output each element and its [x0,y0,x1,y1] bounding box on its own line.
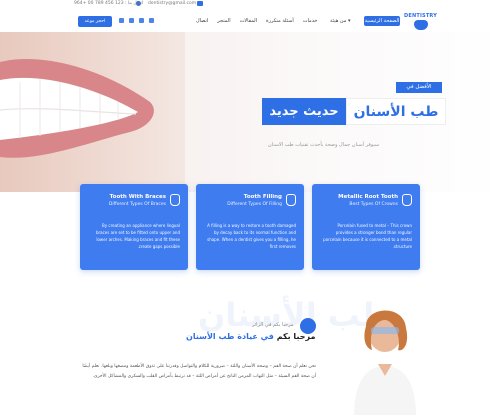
tooth-logo-icon [414,20,428,30]
card-title: Tooth Filling [243,194,282,200]
youtube-icon[interactable] [119,18,124,23]
card-title: Metallic Root Tooth [338,194,398,200]
logo-text: DENTISTRY [404,13,438,19]
tooth-icon [402,194,412,206]
hero-tag: الأفضل في [396,82,442,93]
service-card[interactable]: Tooth Filling Different Types Of Filling… [196,184,304,270]
welcome-section: طب الأسنان مرحبا بكم في الزائر مرحبا بكم… [0,290,500,415]
card-subtitle: Best Types Of Crowns [349,202,398,207]
welcome-title-prefix: مرحبا بكم [276,332,316,341]
main-nav: اتصال المتجر المقالات أسئلة متكررة خدمات [196,18,317,24]
card-subtitle: Different Types Of Braces [108,202,166,207]
nav-item-shop[interactable]: المتجر [217,18,230,24]
email-icon [197,1,203,6]
card-title: Tooth With Braces [109,194,166,200]
card-body: By creating an appliance where lingual b… [95,223,180,249]
service-cards: Metallic Root Tooth Best Types Of Crowns… [0,184,500,274]
nav-item-services[interactable]: خدمات [303,18,318,24]
hero-subtitle: سيوفر أسنان جمال وصحة بأحدث تقنيات طب ال… [268,142,380,148]
instagram-icon[interactable] [129,18,134,23]
card-body: Porcelain fused to metal – This crown pr… [323,223,412,249]
twitter-icon[interactable] [139,18,144,23]
tooth-icon [286,194,296,206]
nav-item-contact[interactable]: اتصال [196,18,208,24]
nav-item-about-dropdown[interactable]: من هيئة ▾ [330,18,351,24]
site-logo[interactable]: DENTISTRY [404,11,438,33]
card-subtitle: Different Types Of Filling [227,202,282,207]
top-contact-bar: dentistry@gmail.com اتصل بنا : 123 456 7… [0,0,500,11]
nav-item-home[interactable]: الصفحة الرئيسية [364,16,400,26]
welcome-title: مرحبا بكم في عيادة طب الأسنان [186,332,315,341]
contact-email[interactable]: dentistry@gmail.com [148,1,196,6]
nav-item-faq[interactable]: أسئلة متكررة [266,18,294,24]
tooth-icon [170,194,180,206]
service-card[interactable]: Metallic Root Tooth Best Types Of Crowns… [312,184,420,270]
hero-banner: الأفضل في طب الأسنان حديث جديد سيوفر أسن… [0,32,500,192]
card-body: A filling is a way to restore a tooth da… [207,223,296,249]
facebook-icon[interactable] [149,18,154,23]
welcome-title-highlight: في عيادة طب الأسنان [186,332,274,341]
welcome-small-label: مرحبا بكم في الزائر [252,322,294,328]
dentist-portrait-image [354,310,416,415]
book-appointment-button[interactable]: احجز موعد [78,16,112,27]
service-card[interactable]: Tooth With Braces Different Types Of Bra… [80,184,188,270]
contact-phone[interactable]: اتصل بنا : 123 456 789 00 +964 [74,1,143,6]
site-header: DENTISTRY الصفحة الرئيسية من هيئة ▾ اتصا… [0,11,500,33]
nav-item-articles[interactable]: المقالات [240,18,257,24]
social-links [119,18,154,23]
hero-title-part1: طب الأسنان [346,98,446,125]
smile-hero-image [0,32,185,192]
hero-title-part2: حديث جديد [262,98,346,125]
welcome-body: نحن نعلم أن صحة الفم – وصحة الأسنان والل… [82,364,316,379]
